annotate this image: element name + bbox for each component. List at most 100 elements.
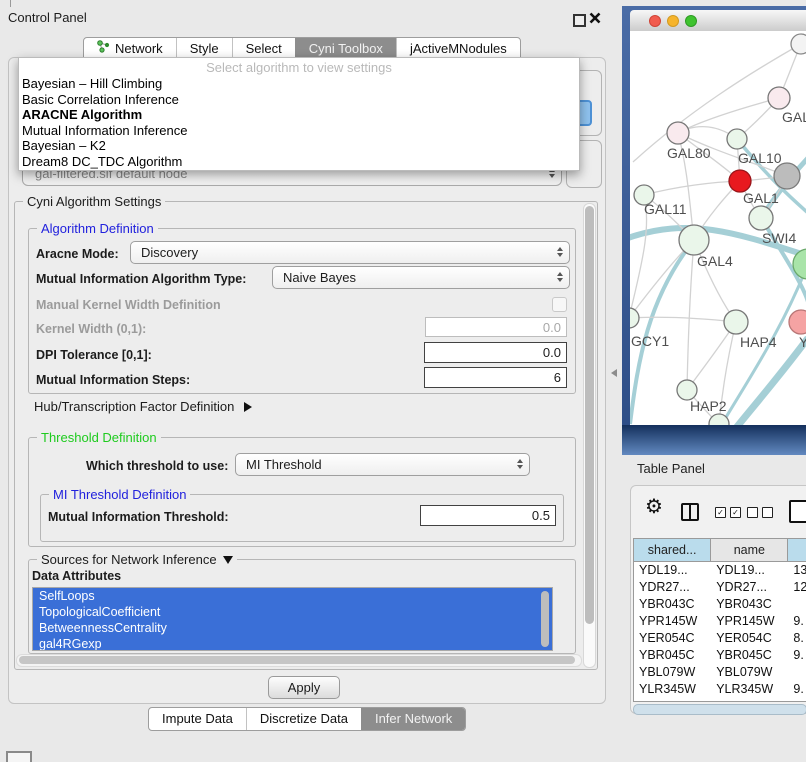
- hide-columns-unchecked-icon[interactable]: [747, 507, 773, 518]
- algorithm-popup-item[interactable]: Basic Correlation Inference: [19, 92, 579, 108]
- algorithm-popup-item[interactable]: Bayesian – K2: [19, 138, 579, 154]
- data-attribute-item[interactable]: SelfLoops: [33, 588, 552, 604]
- column-header-name[interactable]: name: [711, 539, 788, 562]
- table-panel-title: Table Panel: [637, 461, 705, 476]
- table-cell: YPR145W: [634, 613, 711, 630]
- minimize-traffic-light-icon[interactable]: [667, 15, 679, 27]
- table-cell: [788, 664, 806, 681]
- gear-icon[interactable]: ⚙: [645, 494, 663, 519]
- panel-divider-grip[interactable]: [611, 369, 617, 377]
- show-columns-checked-icon[interactable]: ✓ ✓: [715, 507, 741, 518]
- node-gal4[interactable]: [679, 225, 709, 255]
- table-row[interactable]: YLR345WYLR345W9.: [634, 681, 806, 698]
- unchecked-box-icon: [747, 507, 758, 518]
- table-cell: 8.: [788, 630, 806, 647]
- close-traffic-light-icon[interactable]: [649, 15, 661, 27]
- table-cell: 12: [788, 579, 806, 596]
- column-header-shared-name[interactable]: shared...: [634, 539, 711, 562]
- tab-discretize-data[interactable]: Discretize Data: [246, 708, 361, 730]
- dpi-tolerance-field[interactable]: 0.0: [424, 342, 567, 363]
- apply-button[interactable]: Apply: [268, 676, 340, 699]
- columns-icon[interactable]: [681, 503, 699, 521]
- table-row[interactable]: YBR045CYBR045C9.: [634, 647, 806, 664]
- node-label: SWI4: [762, 230, 796, 246]
- expander-right-icon: [244, 402, 252, 412]
- algorithm-popup-item[interactable]: Bayesian – Hill Climbing: [19, 76, 579, 92]
- which-threshold-combobox[interactable]: MI Threshold: [235, 453, 530, 476]
- table-row[interactable]: YBL079WYBL079W: [634, 664, 806, 681]
- table-hscrollbar[interactable]: [633, 704, 806, 715]
- table-cell: 9.: [788, 613, 806, 630]
- algorithm-popup-list: Bayesian – Hill ClimbingBasic Correlatio…: [19, 76, 579, 170]
- float-window-icon[interactable]: [573, 14, 586, 27]
- node-hap4[interactable]: [724, 310, 748, 334]
- table-rows: YDL19...YDL19...13YDR27...YDR27...12YBR0…: [634, 562, 806, 702]
- table-cell: YIL052C: [711, 698, 788, 702]
- table-row[interactable]: YDL19...YDL19...13: [634, 562, 806, 579]
- table-cell: 13: [788, 562, 806, 579]
- node-hap2[interactable]: [677, 380, 697, 400]
- manual-kernel-checkbox[interactable]: [552, 297, 567, 312]
- data-attribute-item[interactable]: TopologicalCoefficient: [33, 604, 552, 620]
- table-cell: YBR043C: [711, 596, 788, 613]
- checked-box-icon: ✓: [715, 507, 726, 518]
- mi-threshold-field[interactable]: 0.5: [420, 505, 556, 526]
- table-cell: YBL079W: [711, 664, 788, 681]
- stepper-arrows-icon: [557, 272, 563, 282]
- node-label: GAL11: [644, 201, 687, 217]
- node-label: GCY1: [631, 333, 669, 349]
- node-top-partial[interactable]: [791, 34, 806, 54]
- threshold-definition-title: Threshold Definition: [37, 430, 161, 445]
- node-label: GAL80: [667, 145, 711, 161]
- node-table: shared... name YDL19...YDL19...13YDR27..…: [633, 538, 806, 702]
- table-cell: YLR345W: [711, 681, 788, 698]
- table-row[interactable]: YDR27...YDR27...12: [634, 579, 806, 596]
- tab-infer-network[interactable]: Infer Network: [361, 708, 465, 730]
- node-swi4[interactable]: [749, 206, 773, 230]
- settings-hscrollbar-thumb[interactable]: [19, 656, 575, 664]
- tab-impute-data[interactable]: Impute Data: [149, 708, 246, 730]
- tab-label: Infer Network: [375, 708, 452, 730]
- node-gray[interactable]: [774, 163, 800, 189]
- node-gcy1[interactable]: [630, 308, 639, 328]
- mi-type-combobox[interactable]: Naive Bayes: [272, 266, 570, 289]
- data-attribute-item[interactable]: BetweennessCentrality: [33, 620, 552, 636]
- table-cell: YBL079W: [634, 664, 711, 681]
- algorithm-popup-item[interactable]: ARACNE Algorithm: [19, 107, 579, 123]
- zoom-traffic-light-icon[interactable]: [685, 15, 697, 27]
- node-pink[interactable]: [789, 310, 806, 334]
- node-label: GAL7: [782, 109, 806, 125]
- node-gal7[interactable]: [768, 87, 790, 109]
- kernel-width-field[interactable]: 0.0: [425, 317, 567, 337]
- cyni-bottom-tabs: Impute Data Discretize Data Infer Networ…: [148, 707, 466, 731]
- mi-steps-field[interactable]: 6: [424, 367, 567, 388]
- algorithm-popup-item[interactable]: Dream8 DC_TDC Algorithm: [19, 154, 579, 170]
- hub-definition-expander[interactable]: Hub/Transcription Factor Definition: [34, 399, 252, 414]
- close-icon[interactable]: [589, 11, 601, 23]
- algorithm-popup-item[interactable]: Mutual Information Inference: [19, 123, 579, 139]
- table-row[interactable]: YER054CYER054C8.: [634, 630, 806, 647]
- node-red[interactable]: [729, 170, 751, 192]
- dpi-tolerance-label: DPI Tolerance [0,1]:: [36, 348, 152, 362]
- table-row[interactable]: YIL052CYIL052C9.: [634, 698, 806, 702]
- table-cell: YDL19...: [711, 562, 788, 579]
- table-row[interactable]: YPR145WYPR145W9.: [634, 613, 806, 630]
- table-cell: 9.: [788, 681, 806, 698]
- table-row[interactable]: YBR043CYBR043C: [634, 596, 806, 613]
- data-attributes-list[interactable]: SelfLoopsTopologicalCoefficientBetweenne…: [32, 587, 553, 651]
- node-gal10[interactable]: [727, 129, 747, 149]
- list-scrollbar-thumb[interactable]: [541, 591, 549, 647]
- aracne-mode-combobox[interactable]: Discovery: [130, 241, 570, 264]
- network-edge: [630, 317, 736, 322]
- column-header-partial[interactable]: [788, 539, 806, 562]
- node-gal80[interactable]: [667, 122, 689, 144]
- table-cell: 9.: [788, 647, 806, 664]
- data-attribute-item[interactable]: gal4RGexp: [33, 636, 552, 651]
- network-canvas[interactable]: GAL7GAL80GAL10GAL1SWI4GAL4GAL11GCY1HAP4Y…: [630, 31, 806, 425]
- settings-vscrollbar-thumb[interactable]: [585, 206, 594, 624]
- table-cell: YBR045C: [711, 647, 788, 664]
- node-label: HAP2: [690, 398, 727, 414]
- document-icon[interactable]: [789, 500, 806, 523]
- network-window-titlebar[interactable]: [630, 10, 806, 32]
- sources-title-row[interactable]: Sources for Network Inference: [37, 552, 237, 567]
